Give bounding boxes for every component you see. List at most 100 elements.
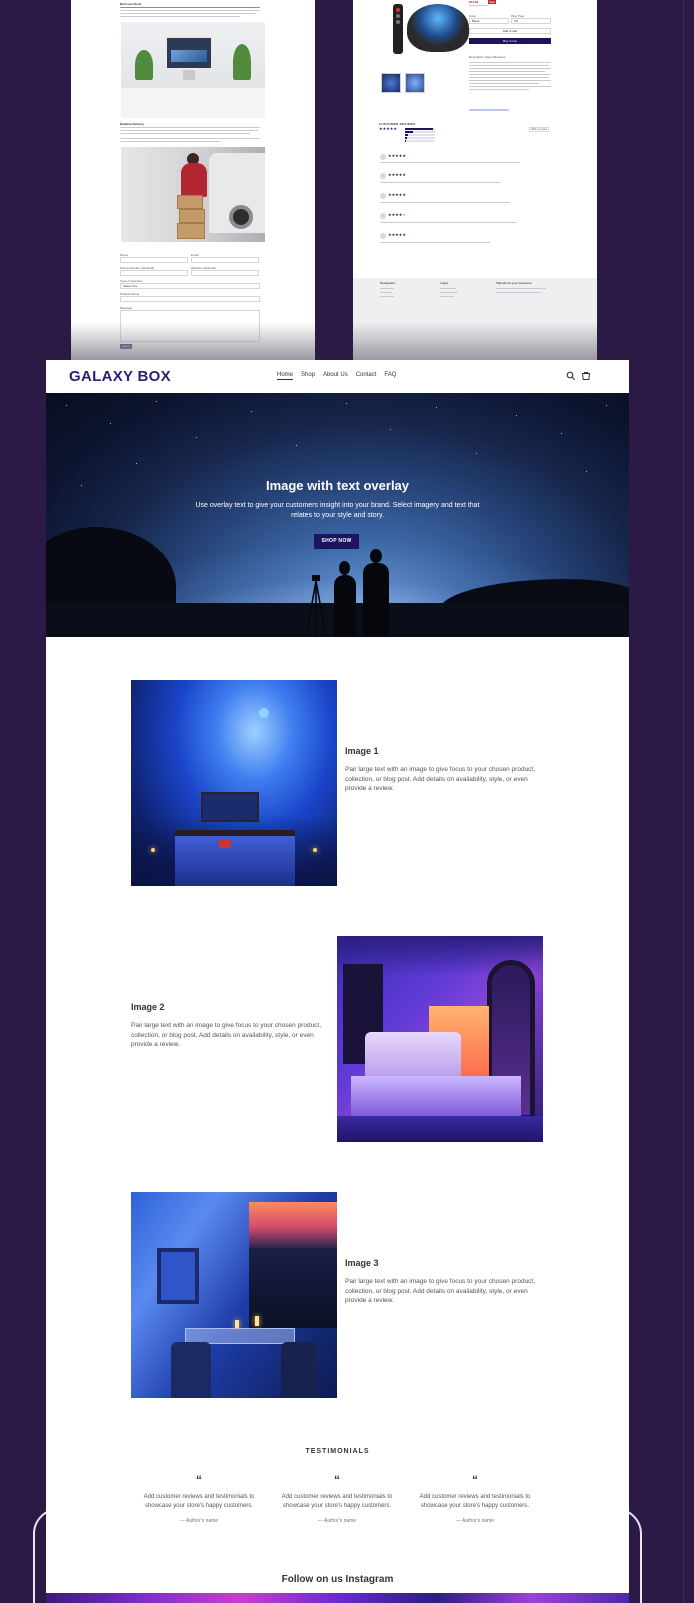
floor-shade xyxy=(337,1116,543,1142)
tripod-silhouette xyxy=(305,575,327,637)
review-stars: ★★★★☆ xyxy=(388,212,406,217)
email-field[interactable] xyxy=(191,257,259,263)
review-stars: ★★★★★ xyxy=(388,232,406,237)
delivery-heading: Reliable Delivery xyxy=(120,122,145,126)
text-line xyxy=(469,68,551,69)
feature-2-text: Pair large text with an image to give fo… xyxy=(131,1022,322,1048)
text-line xyxy=(380,288,394,289)
star xyxy=(586,471,587,472)
feature-1-text: Pair large text with an image to give fo… xyxy=(345,766,536,792)
review-avatar xyxy=(380,173,386,179)
review-avatar xyxy=(380,233,386,239)
rating-bar-3 xyxy=(405,134,435,136)
testimonial-1-text: Add customer reviews and testimonials to… xyxy=(143,1494,255,1509)
text-line xyxy=(380,182,500,183)
text-line xyxy=(496,292,540,293)
color-select[interactable]: Black xyxy=(469,18,509,24)
nav-about[interactable]: About Us xyxy=(323,372,348,380)
text-line xyxy=(120,7,260,8)
text-line xyxy=(469,80,551,81)
instagram-title: Follow on us Instagram xyxy=(281,1574,394,1585)
quote-icon: “ xyxy=(196,1473,202,1487)
footer-col-legal: Legal xyxy=(440,281,448,285)
tab-reviews[interactable]: Reviews xyxy=(494,55,505,59)
share-buttons[interactable] xyxy=(469,109,509,111)
product-thumbnail[interactable] xyxy=(405,73,425,93)
hero-text: Use overlay text to give your customers … xyxy=(195,502,480,519)
desk-surface xyxy=(121,88,265,118)
search-icon[interactable] xyxy=(566,371,576,381)
pillow-shape xyxy=(219,840,231,848)
name-field[interactable] xyxy=(120,257,188,263)
text-line xyxy=(496,288,546,289)
rating-bar-2 xyxy=(405,137,435,139)
product-thumbnail[interactable] xyxy=(381,73,401,93)
tab-specs[interactable]: Specs xyxy=(485,55,493,59)
preview-page-about[interactable]: Rich text block Reliable Delivery Name E… xyxy=(71,0,315,360)
parcel-box xyxy=(179,209,205,223)
feature-2-title: Image 2 xyxy=(131,1002,165,1012)
star xyxy=(66,405,67,406)
imac-screen xyxy=(165,36,213,70)
sunset-window xyxy=(249,1202,337,1248)
instagram-feed-strip[interactable] xyxy=(46,1593,629,1603)
text-line xyxy=(469,77,549,78)
nav-faq[interactable]: FAQ xyxy=(384,372,396,380)
testimonial-2-text: Add customer reviews and testimonials to… xyxy=(281,1494,393,1509)
review-stars: ★★★★★ xyxy=(388,192,406,197)
sale-price: $44.99 xyxy=(469,0,479,4)
star xyxy=(110,423,111,424)
product-name-field[interactable] xyxy=(120,296,260,302)
plug-select[interactable]: US xyxy=(511,18,551,24)
website-field[interactable] xyxy=(191,270,259,276)
hero-title: Image with text overlay xyxy=(265,478,410,493)
rich-text-heading: Rich text block xyxy=(120,2,142,6)
living-room-projection-image xyxy=(131,1192,337,1398)
text-line xyxy=(380,292,392,293)
person-head xyxy=(370,549,382,563)
feature-3-title: Image 3 xyxy=(345,1258,379,1268)
shop-now-button[interactable]: SHOP NOW xyxy=(314,534,359,549)
star xyxy=(136,463,137,464)
bed-shape xyxy=(351,1076,521,1116)
preview-page-product[interactable]: $44.99 Sale Color Plug Type Black US Add… xyxy=(353,0,597,360)
remote-button xyxy=(396,8,400,12)
text-line xyxy=(469,65,549,66)
text-line xyxy=(120,10,260,11)
text-line xyxy=(469,89,529,90)
text-line xyxy=(440,296,454,297)
rating-fill xyxy=(405,131,413,133)
main-nav: Home Shop About Us Contact FAQ xyxy=(277,372,396,380)
courier-body xyxy=(181,163,207,197)
text-line xyxy=(469,74,551,75)
nav-home[interactable]: Home xyxy=(277,372,294,380)
frame-edge-line xyxy=(683,0,684,1603)
add-to-cart-button[interactable]: Add to cart xyxy=(469,28,551,34)
buy-now-button[interactable]: Buy it now xyxy=(469,38,551,44)
tab-description[interactable]: Description xyxy=(469,55,484,59)
cart-icon[interactable] xyxy=(581,371,591,381)
star xyxy=(390,429,391,430)
testimonial-3-text: Add customer reviews and testimonials to… xyxy=(419,1494,531,1509)
site-header: GALAXY BOX Home Shop About Us Contact FA… xyxy=(46,360,629,393)
product-image xyxy=(393,4,471,56)
rating-fill xyxy=(405,128,433,130)
bedroom-projection-image xyxy=(131,680,337,886)
nav-contact[interactable]: Contact xyxy=(356,372,377,380)
question-type-select[interactable]: Select One xyxy=(120,283,260,289)
nav-shop[interactable]: Shop xyxy=(301,372,315,380)
storefront-page[interactable]: GALAXY BOX Home Shop About Us Contact FA… xyxy=(46,360,629,1603)
write-review-button[interactable]: Write a review xyxy=(529,127,549,132)
plant-shape xyxy=(135,50,153,80)
bed-shape xyxy=(175,830,295,886)
text-line xyxy=(120,133,250,134)
phone-field[interactable] xyxy=(120,270,188,276)
text-line xyxy=(120,141,220,142)
text-line xyxy=(120,16,240,17)
text-line xyxy=(380,296,394,297)
parcel-box xyxy=(177,223,205,239)
site-logo[interactable]: GALAXY BOX xyxy=(69,368,171,385)
quote-icon: “ xyxy=(334,1473,340,1487)
text-line xyxy=(469,62,551,63)
review-avatar xyxy=(380,154,386,160)
